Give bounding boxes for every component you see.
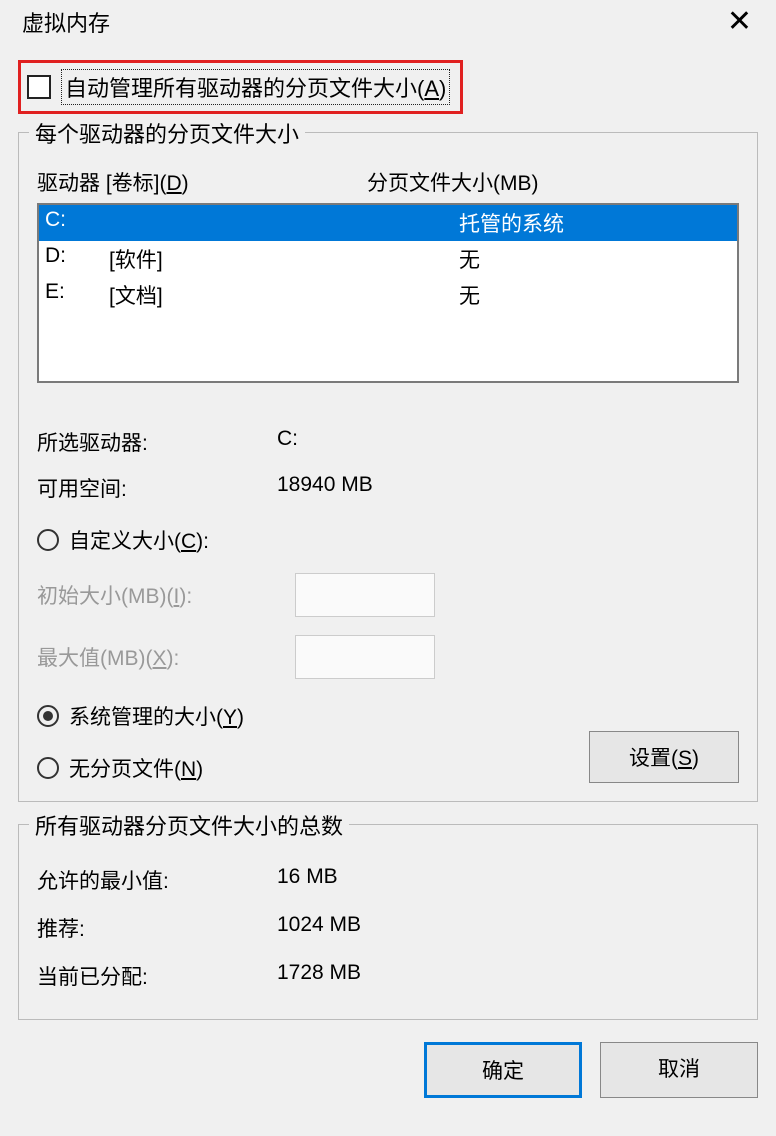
drive-size: 无	[459, 280, 480, 310]
max-size-row: 最大值(MB)(X):	[37, 635, 739, 679]
allocated-value: 1728 MB	[277, 961, 361, 991]
totals-groupbox: 所有驱动器分页文件大小的总数 允许的最小值: 16 MB 推荐: 1024 MB…	[18, 824, 758, 1020]
no-paging-radio-row[interactable]: 无分页文件(N)	[37, 753, 203, 783]
allocated-row: 当前已分配: 1728 MB	[37, 961, 739, 991]
recommended-row: 推荐: 1024 MB	[37, 913, 739, 943]
dialog-title: 虚拟内存	[22, 6, 110, 38]
auto-manage-label: 自动管理所有驱动器的分页文件大小(A)	[61, 69, 450, 105]
selected-drive-label: 所选驱动器:	[37, 427, 277, 457]
titlebar: 虚拟内存 ✕	[18, 0, 758, 48]
system-managed-radio[interactable]	[37, 705, 59, 727]
selected-drive-row: 所选驱动器: C:	[37, 427, 739, 457]
dialog-button-row: 确定 取消	[18, 1042, 758, 1098]
cancel-button[interactable]: 取消	[600, 1042, 758, 1098]
recommended-value: 1024 MB	[277, 913, 361, 943]
per-drive-legend: 每个驱动器的分页文件大小	[29, 117, 305, 149]
custom-size-label: 自定义大小(C):	[69, 525, 209, 555]
auto-manage-checkbox[interactable]	[27, 75, 51, 99]
size-column-header: 分页文件大小(MB)	[367, 167, 539, 197]
initial-size-input[interactable]	[295, 573, 435, 617]
close-icon[interactable]: ✕	[727, 7, 758, 37]
recommended-label: 推荐:	[37, 913, 277, 943]
initial-size-label: 初始大小(MB)(I):	[37, 580, 295, 610]
max-size-label: 最大值(MB)(X):	[37, 642, 295, 672]
drive-size: 托管的系统	[459, 208, 564, 238]
free-space-row: 可用空间: 18940 MB	[37, 473, 739, 503]
no-paging-radio[interactable]	[37, 757, 59, 779]
per-drive-groupbox: 每个驱动器的分页文件大小 驱动器 [卷标](D) 分页文件大小(MB) C: 托…	[18, 132, 758, 802]
system-managed-label: 系统管理的大小(Y)	[69, 701, 244, 731]
drive-size: 无	[459, 244, 480, 274]
set-button[interactable]: 设置(S)	[589, 731, 739, 783]
free-space-value: 18940 MB	[277, 473, 373, 503]
initial-size-row: 初始大小(MB)(I):	[37, 573, 739, 617]
custom-size-radio-row[interactable]: 自定义大小(C):	[37, 525, 739, 555]
system-managed-radio-row[interactable]: 系统管理的大小(Y)	[37, 701, 739, 731]
drive-letter: E:	[45, 280, 109, 310]
drive-label: [文档]	[109, 280, 459, 310]
ok-button[interactable]: 确定	[424, 1042, 582, 1098]
drive-letter: C:	[45, 208, 109, 238]
no-paging-row: 无分页文件(N) 设置(S)	[37, 731, 739, 783]
allocated-label: 当前已分配:	[37, 961, 277, 991]
auto-manage-checkbox-row[interactable]: 自动管理所有驱动器的分页文件大小(A)	[23, 65, 454, 109]
drive-row[interactable]: E: [文档] 无	[39, 277, 737, 313]
drive-label	[109, 208, 459, 238]
highlight-annotation: 自动管理所有驱动器的分页文件大小(A)	[18, 60, 463, 114]
virtual-memory-dialog: 虚拟内存 ✕ 自动管理所有驱动器的分页文件大小(A) 每个驱动器的分页文件大小 …	[0, 0, 776, 1136]
min-allowed-value: 16 MB	[277, 865, 338, 895]
drive-label: [软件]	[109, 244, 459, 274]
drive-list-header: 驱动器 [卷标](D) 分页文件大小(MB)	[37, 167, 739, 197]
max-size-input[interactable]	[295, 635, 435, 679]
no-paging-label: 无分页文件(N)	[69, 753, 203, 783]
drive-row[interactable]: C: 托管的系统	[39, 205, 737, 241]
min-allowed-label: 允许的最小值:	[37, 865, 277, 895]
custom-size-radio[interactable]	[37, 529, 59, 551]
drive-letter: D:	[45, 244, 109, 274]
drive-column-header: 驱动器 [卷标](D)	[37, 167, 367, 197]
selected-drive-value: C:	[277, 427, 298, 457]
totals-legend: 所有驱动器分页文件大小的总数	[29, 809, 349, 841]
drive-listbox[interactable]: C: 托管的系统 D: [软件] 无 E: [文档] 无	[37, 203, 739, 383]
drive-row[interactable]: D: [软件] 无	[39, 241, 737, 277]
min-allowed-row: 允许的最小值: 16 MB	[37, 865, 739, 895]
free-space-label: 可用空间:	[37, 473, 277, 503]
